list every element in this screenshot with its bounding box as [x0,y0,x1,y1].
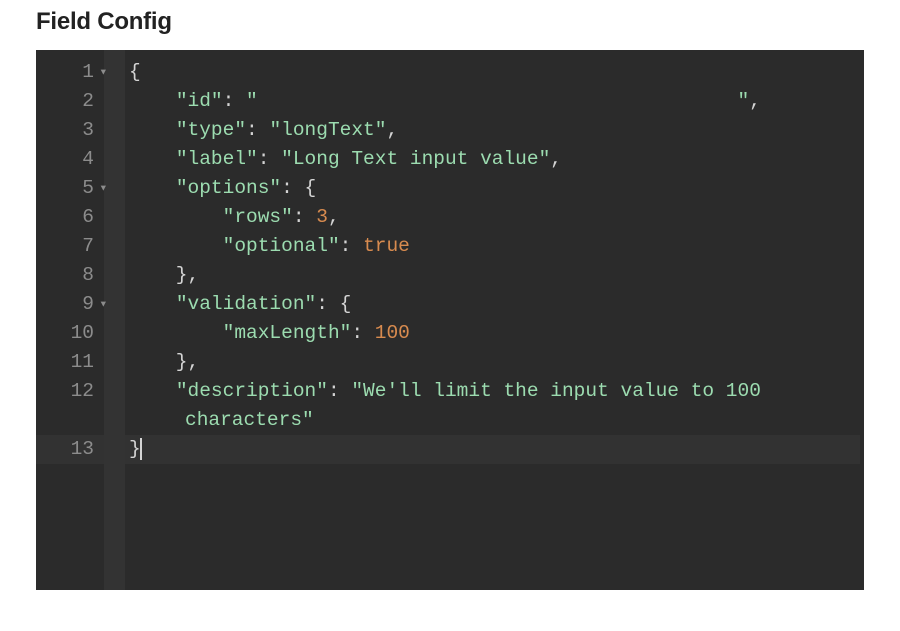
panel-title: Field Config [36,8,864,36]
code-token: "label" [176,148,258,170]
line-gutter: 1▼2345▼6789▼101112 13 [36,50,104,590]
code-token: true [363,235,410,257]
code-line[interactable]: "validation": { [125,290,860,319]
code-token: : [246,119,269,141]
code-token: "description" [176,380,328,402]
code-content[interactable]: { "id": " ", "type": "longText", "label"… [125,50,864,590]
gutter-border [104,50,125,590]
text-cursor [140,438,142,460]
code-token: , [386,119,398,141]
code-token: "maxLength" [223,322,352,344]
code-token: characters" [185,409,314,431]
code-token [129,380,176,402]
code-token: "options" [176,177,281,199]
code-line[interactable]: "description": "We'll limit the input va… [125,377,860,406]
code-token: : { [281,177,316,199]
gutter-line: 6 [36,203,104,232]
code-token: "longText" [269,119,386,141]
code-token [129,119,176,141]
code-line[interactable]: characters" [125,406,860,435]
code-token: "We'll limit the input value to 100 [351,380,772,402]
gutter-line: 5▼ [36,174,104,203]
gutter-line: 11 [36,348,104,377]
code-token [129,235,223,257]
code-token [129,90,176,112]
code-token: "Long Text input value" [281,148,550,170]
code-line[interactable]: { [125,58,860,87]
code-token: 3 [316,206,328,228]
code-token: : [293,206,316,228]
code-token: , [550,148,562,170]
code-token: : [258,148,281,170]
gutter-line: 1▼ [36,58,104,87]
code-token: : [351,322,374,344]
code-line[interactable]: "type": "longText", [125,116,860,145]
code-token [129,177,176,199]
gutter-line: 9▼ [36,290,104,319]
gutter-line: 3 [36,116,104,145]
code-editor[interactable]: 1▼2345▼6789▼10111213 { "id": " ", "type"… [36,50,864,590]
gutter-line-wrap [36,406,104,435]
code-token: : [223,90,246,112]
code-line[interactable]: "optional": true [125,232,860,261]
code-token: { [129,61,141,83]
code-line[interactable]: "rows": 3, [125,203,860,232]
code-token: : [340,235,363,257]
fold-toggle-icon[interactable]: ▼ [101,174,106,203]
code-token: }, [129,351,199,373]
code-token [129,148,176,170]
code-line[interactable]: }, [125,261,860,290]
gutter-line: 7 [36,232,104,261]
code-token: , [749,90,761,112]
code-token: " " [246,90,749,112]
code-line[interactable]: "maxLength": 100 [125,319,860,348]
code-token: "optional" [223,235,340,257]
code-token: : { [316,293,351,315]
code-token [129,322,223,344]
code-token: 100 [375,322,410,344]
code-token: }, [129,264,199,286]
code-line[interactable]: "label": "Long Text input value", [125,145,860,174]
gutter-line: 2 [36,87,104,116]
fold-toggle-icon[interactable]: ▼ [101,58,106,87]
fold-toggle-icon[interactable]: ▼ [101,290,106,319]
code-token [129,293,176,315]
code-line[interactable]: "id": " ", [125,87,860,116]
gutter-line: 12 [36,377,104,406]
gutter-line: 8 [36,261,104,290]
gutter-line: 10 [36,319,104,348]
gutter-line: 13 [36,435,104,464]
code-token: "id" [176,90,223,112]
code-token: "type" [176,119,246,141]
code-token: : [328,380,351,402]
code-line[interactable]: "options": { [125,174,860,203]
code-line[interactable]: }, [125,348,860,377]
code-token: , [328,206,340,228]
gutter-line: 4 [36,145,104,174]
code-token: "rows" [223,206,293,228]
code-token [129,206,223,228]
code-token: "validation" [176,293,316,315]
code-line[interactable]: } [125,435,860,464]
